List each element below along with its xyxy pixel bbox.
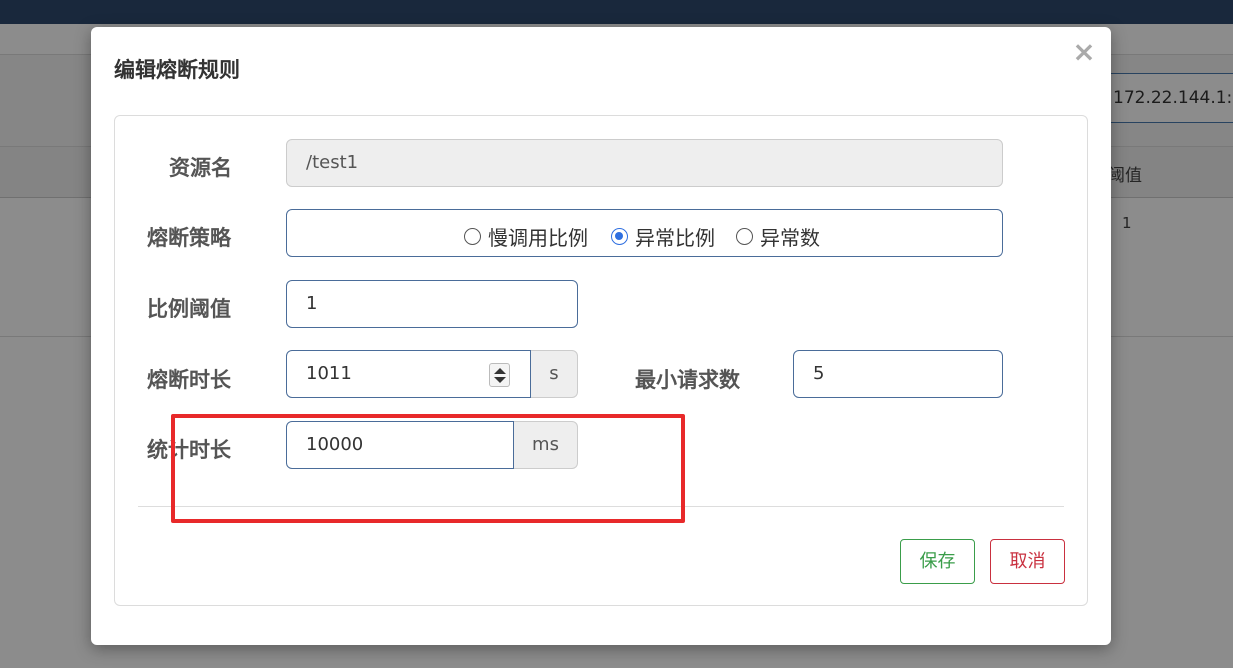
break-duration-label: 熔断时长 <box>147 368 231 392</box>
break-duration-unit: s <box>531 350 578 398</box>
dialog-title: 编辑熔断规则 <box>114 58 240 82</box>
radio-unchecked-icon <box>736 228 753 245</box>
radio-checked-icon <box>611 228 628 245</box>
cancel-button[interactable]: 取消 <box>990 539 1065 584</box>
resource-name-label: 资源名 <box>169 156 232 180</box>
form-panel: 资源名 /test1 熔断策略 慢调用比例 异常比例 异常数 比例阈值 1 熔断… <box>114 115 1088 606</box>
number-stepper-icon[interactable] <box>489 363 510 387</box>
resource-name-input[interactable]: /test1 <box>286 139 1003 187</box>
radio-slow-request-ratio[interactable]: 慢调用比例 <box>464 222 588 251</box>
break-duration-value: 1011 <box>306 363 352 384</box>
ratio-threshold-input[interactable]: 1 <box>286 280 578 328</box>
radio-label: 慢调用比例 <box>488 226 588 250</box>
min-requests-input[interactable]: 5 <box>793 350 1003 398</box>
radio-exception-count[interactable]: 异常数 <box>736 222 820 251</box>
save-button[interactable]: 保存 <box>900 539 975 584</box>
radio-label: 异常数 <box>760 226 820 250</box>
highlight-annotation-box <box>171 414 685 523</box>
close-icon[interactable]: × <box>1071 37 1097 67</box>
strategy-radio-group: 慢调用比例 异常比例 异常数 <box>286 209 1003 257</box>
min-requests-label: 最小请求数 <box>635 368 740 392</box>
ratio-threshold-label: 比例阈值 <box>147 297 231 321</box>
radio-label: 异常比例 <box>635 226 715 250</box>
break-duration-input[interactable]: 1011 <box>286 350 531 398</box>
strategy-label: 熔断策略 <box>147 226 231 250</box>
radio-unchecked-icon <box>464 228 481 245</box>
radio-exception-ratio[interactable]: 异常比例 <box>611 222 715 251</box>
edit-degrade-rule-dialog: 编辑熔断规则 × 资源名 /test1 熔断策略 慢调用比例 异常比例 异常数 … <box>91 27 1111 645</box>
